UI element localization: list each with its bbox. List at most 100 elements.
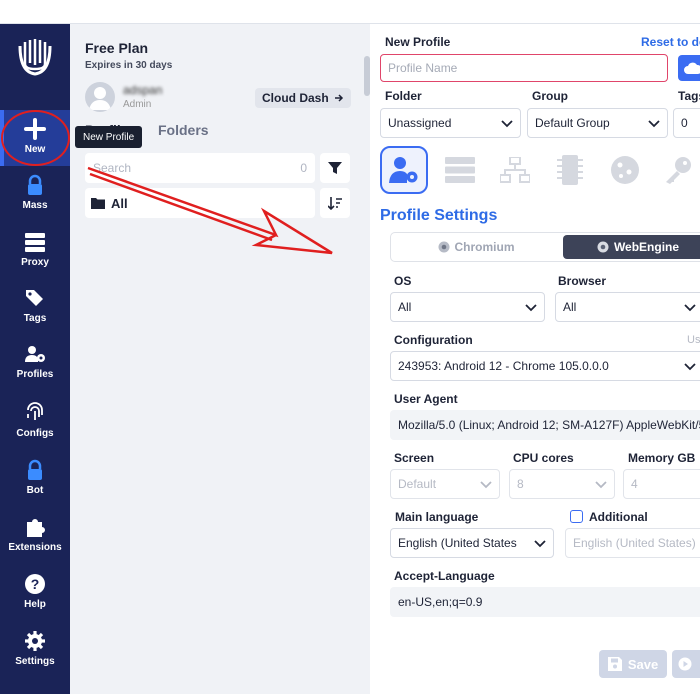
main-language-label: Main language bbox=[395, 510, 479, 524]
save-button[interactable]: Save bbox=[599, 650, 667, 678]
additional-language-checkbox[interactable] bbox=[570, 510, 583, 523]
tab-hardware[interactable] bbox=[546, 146, 594, 194]
tab-profile-settings[interactable] bbox=[380, 146, 428, 194]
lock-icon bbox=[28, 459, 42, 480]
additional-language-placeholder: English (United States) bbox=[573, 536, 696, 550]
os-value: All bbox=[398, 300, 412, 314]
folder-label: All bbox=[111, 195, 128, 211]
chevron-down-icon bbox=[480, 481, 492, 489]
accept-language-value: en-US,en;q=0.9 bbox=[398, 595, 483, 609]
app-logo-icon bbox=[18, 39, 52, 76]
sidebar-item-tags[interactable]: Tags bbox=[0, 287, 70, 343]
server-icon bbox=[445, 157, 475, 183]
sort-button[interactable] bbox=[320, 188, 350, 218]
memory-select[interactable]: 4 bbox=[623, 469, 700, 499]
memory-value: 4 bbox=[631, 477, 638, 491]
tab-folders[interactable]: Folders bbox=[158, 122, 209, 138]
window-top-bar bbox=[0, 0, 700, 24]
sidebar-item-profiles[interactable]: Profiles bbox=[0, 343, 70, 399]
annotation-circle bbox=[1, 110, 70, 166]
folder-value: Unassigned bbox=[388, 116, 452, 130]
folder-item-all[interactable]: All bbox=[85, 188, 315, 218]
question-icon: ? bbox=[25, 574, 45, 594]
tab-proxy[interactable] bbox=[436, 146, 484, 194]
chip-icon bbox=[557, 155, 583, 185]
filter-button[interactable] bbox=[320, 153, 350, 183]
save-icon bbox=[607, 657, 622, 671]
folder-icon bbox=[91, 198, 105, 209]
chevron-down-icon bbox=[648, 120, 660, 128]
user-gear-icon bbox=[389, 157, 418, 183]
cpu-select[interactable]: 8 bbox=[509, 469, 615, 499]
screen-select[interactable]: Default bbox=[390, 469, 500, 499]
sidebar-item-settings[interactable]: Settings bbox=[0, 630, 70, 686]
key-icon bbox=[666, 157, 691, 184]
sidebar-item-help[interactable]: ? Help bbox=[0, 573, 70, 629]
tab-network[interactable] bbox=[491, 146, 539, 194]
chevron-down-icon bbox=[684, 363, 696, 371]
main-language-value: English (United States bbox=[398, 536, 517, 550]
engine-webengine-button[interactable]: WebEngine bbox=[563, 235, 700, 259]
tags-select[interactable]: 0 bbox=[673, 108, 700, 138]
group-label: Group bbox=[532, 89, 568, 103]
user-agent-value: Mozilla/5.0 (Linux; Android 12; SM-A127F… bbox=[398, 418, 700, 432]
configuration-select[interactable]: 243953: Android 12 - Chrome 105.0.0.0 bbox=[390, 351, 700, 381]
cpu-label: CPU cores bbox=[513, 451, 574, 465]
new-profile-tooltip: New Profile bbox=[75, 126, 143, 148]
sidebar-item-bot[interactable]: Bot bbox=[0, 459, 70, 515]
browser-select[interactable]: All bbox=[555, 292, 700, 322]
section-title: Profile Settings bbox=[380, 207, 498, 224]
sidebar-item-label: Profiles bbox=[16, 369, 54, 380]
accept-language-field[interactable]: en-US,en;q=0.9 bbox=[390, 587, 700, 617]
tab-cookies[interactable] bbox=[601, 146, 649, 194]
profile-list-panel: Free Plan Expires in 30 days adspan Admi… bbox=[70, 24, 370, 694]
sidebar-item-label: Configs bbox=[16, 428, 54, 439]
tags-icon bbox=[26, 290, 43, 306]
user-name: adspan bbox=[123, 83, 163, 97]
profile-name-input[interactable]: Profile Name bbox=[380, 54, 668, 82]
chromium-icon bbox=[438, 241, 449, 253]
os-select[interactable]: All bbox=[390, 292, 545, 322]
cloud-dash-button[interactable]: Cloud Dash bbox=[255, 88, 351, 108]
folder-select[interactable]: Unassigned bbox=[380, 108, 521, 138]
reset-default-link[interactable]: Reset to default bbox=[641, 35, 700, 49]
chevron-down-icon bbox=[525, 304, 537, 312]
sidebar-item-mass[interactable]: Mass bbox=[0, 174, 70, 230]
configuration-label: Configuration bbox=[394, 333, 473, 347]
webengine-icon bbox=[597, 241, 609, 253]
avatar[interactable] bbox=[85, 82, 115, 112]
cookie-icon bbox=[611, 156, 639, 184]
group-select[interactable]: Default Group bbox=[527, 108, 668, 138]
sidebar-item-proxy[interactable]: Proxy bbox=[0, 231, 70, 287]
engine-chromium-label: Chromium bbox=[454, 240, 515, 254]
gear-icon bbox=[25, 631, 45, 651]
additional-language-select[interactable]: English (United States) bbox=[565, 528, 700, 558]
sidebar-item-configs[interactable]: Configs bbox=[0, 402, 70, 458]
new-profile-form: New Profile Reset to default Profile Nam… bbox=[370, 24, 700, 694]
configuration-value: 243953: Android 12 - Chrome 105.0.0.0 bbox=[398, 359, 609, 373]
sidebar-item-label: Extensions bbox=[8, 542, 62, 553]
chevron-down-icon bbox=[534, 540, 546, 548]
cloud-dash-label: Cloud Dash bbox=[262, 91, 329, 105]
engine-chromium-button[interactable]: Chromium bbox=[391, 233, 561, 261]
cpu-value: 8 bbox=[517, 477, 524, 491]
os-label: OS bbox=[394, 274, 412, 288]
plan-title: Free Plan bbox=[85, 40, 149, 56]
form-title: New Profile bbox=[385, 35, 451, 49]
users-gear-icon bbox=[25, 346, 45, 362]
tab-passwords[interactable] bbox=[654, 146, 700, 194]
sidebar-item-label: Tags bbox=[23, 313, 47, 324]
profile-name-placeholder: Profile Name bbox=[388, 61, 458, 75]
svg-text:?: ? bbox=[31, 576, 40, 592]
sidebar-item-extensions[interactable]: Extensions bbox=[0, 516, 70, 572]
search-input[interactable]: Search 0 bbox=[85, 153, 315, 183]
start-button[interactable] bbox=[672, 650, 700, 678]
main-language-select[interactable]: English (United States bbox=[390, 528, 554, 558]
browser-value: All bbox=[563, 300, 577, 314]
arrow-right-icon bbox=[334, 94, 343, 102]
user-agent-field[interactable]: Mozilla/5.0 (Linux; Android 12; SM-A127F… bbox=[390, 410, 700, 440]
screen-value: Default bbox=[398, 477, 437, 491]
additional-label: Additional bbox=[589, 510, 648, 524]
filter-icon bbox=[328, 162, 342, 174]
cloud-sync-button[interactable] bbox=[678, 55, 700, 81]
